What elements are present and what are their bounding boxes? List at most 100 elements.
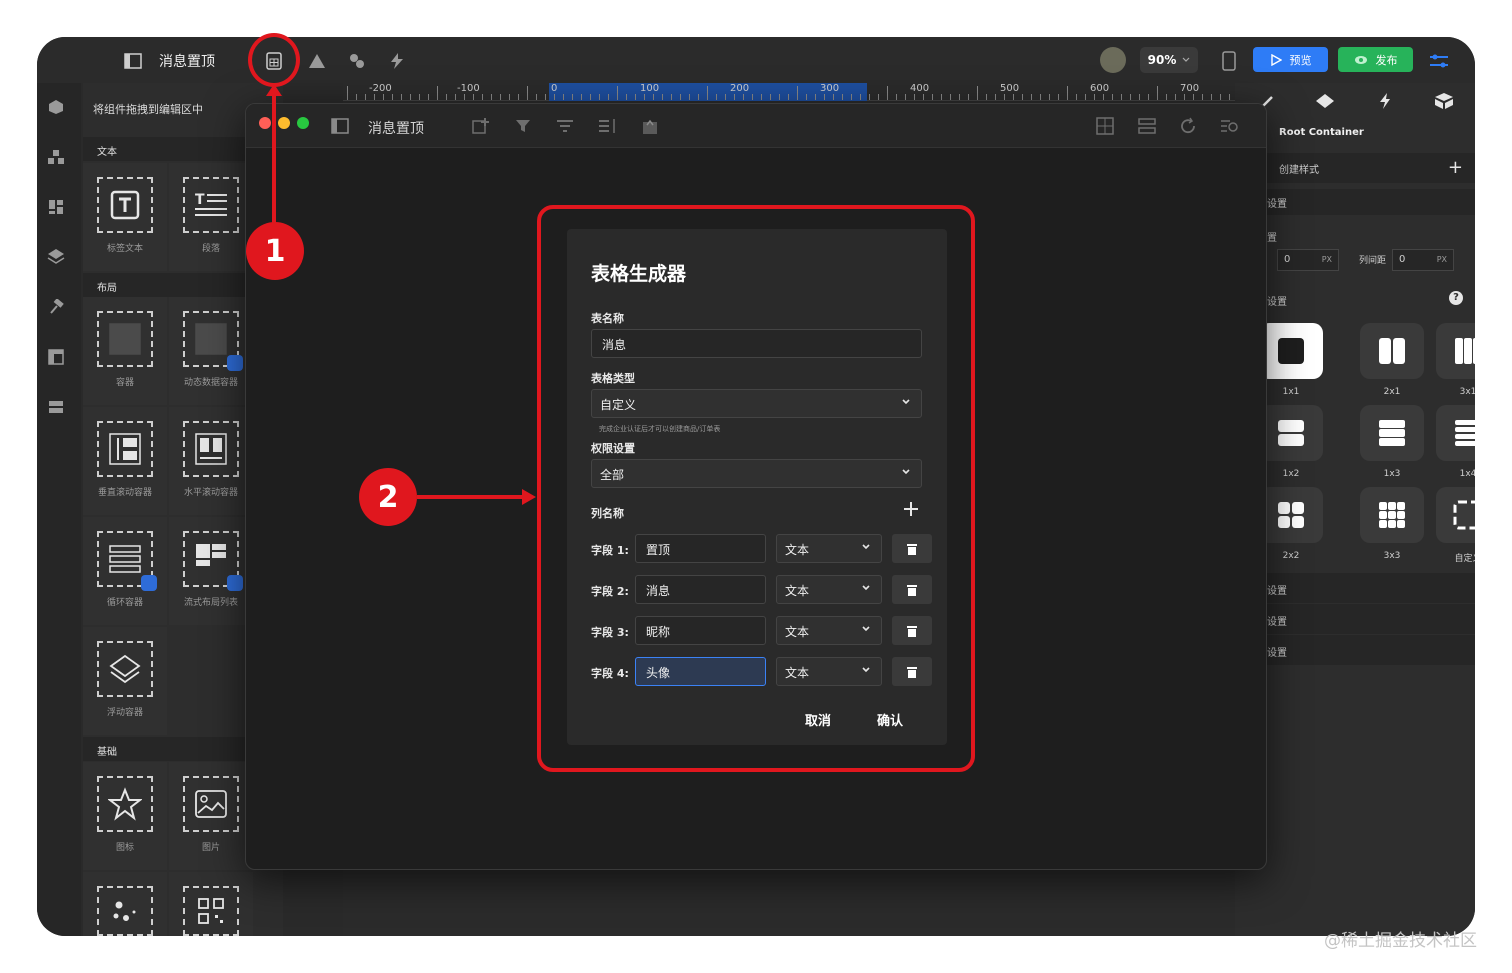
step-badge-1: 1 (246, 222, 304, 280)
grid-label: 自定义 (1454, 554, 1475, 564)
ruler-tick (725, 94, 726, 100)
image-icon (183, 776, 239, 832)
grid-1x1-option[interactable] (1259, 323, 1323, 379)
grid-1x2-option[interactable] (1259, 405, 1323, 461)
window-titlebar: 消息置顶 (246, 104, 1266, 148)
component-dynamic-container[interactable]: 动态数据容器 (169, 297, 253, 405)
cube-icon[interactable] (46, 97, 66, 117)
ruler-tick (1040, 94, 1041, 100)
publish-button[interactable]: 发布 (1338, 47, 1413, 72)
settings-row-1[interactable]: 设置 (1235, 189, 1475, 215)
component-container[interactable]: 容器 (83, 297, 167, 405)
component-label: 容器 (115, 378, 134, 388)
ruler-tick (653, 94, 654, 100)
zoom-select[interactable]: 90% (1140, 47, 1198, 73)
component-horizontal-scroll[interactable]: 水平滚动容器 (169, 407, 253, 515)
step-badge-2: 2 (359, 468, 417, 526)
plus-icon[interactable]: + (1448, 157, 1463, 178)
component-loop[interactable]: 循环容器 (83, 517, 167, 625)
preview-button[interactable]: 预览 (1253, 47, 1328, 72)
ruler-tick (923, 94, 924, 100)
dynamic-container-icon (183, 311, 243, 371)
ruler-tick (1013, 94, 1014, 100)
layout-icon[interactable] (1095, 116, 1115, 136)
component-dots[interactable] (83, 872, 167, 936)
grid-2x1-option[interactable] (1360, 323, 1424, 379)
layers-icon[interactable] (46, 246, 66, 266)
package-icon[interactable] (1432, 89, 1456, 113)
device-icon[interactable] (1217, 49, 1241, 73)
spacing-label: 置 (1267, 233, 1277, 244)
add-record-icon[interactable] (471, 116, 491, 136)
pages-icon[interactable] (46, 347, 66, 367)
diamond-icon[interactable] (1313, 89, 1337, 113)
grid-label: 2x1 (1383, 387, 1401, 397)
ruler-tick (779, 94, 780, 100)
ruler-tick (707, 86, 708, 100)
component-icon[interactable]: 图标 (83, 762, 167, 870)
ruler-tick (869, 94, 870, 100)
ruler-label: 600 (1090, 83, 1110, 94)
ruler-label: -200 (369, 83, 392, 94)
actions-icon[interactable] (385, 49, 409, 73)
float-container-icon (97, 641, 153, 697)
ruler-tick (1211, 94, 1212, 100)
filter-icon[interactable] (513, 116, 533, 136)
component-float[interactable]: 浮动容器 (83, 627, 167, 735)
grid-1x4-option[interactable] (1436, 405, 1475, 461)
fields-icon[interactable] (1137, 116, 1157, 136)
vertical-scroll-icon (97, 421, 153, 477)
ruler-tick (527, 86, 528, 100)
grid-2x2-option[interactable] (1259, 487, 1323, 543)
settings-row-sub-2[interactable]: 设置 (1235, 604, 1475, 634)
stack-icon[interactable] (46, 147, 66, 167)
search-list-icon[interactable] (1220, 116, 1240, 136)
avatar[interactable] (1100, 47, 1126, 73)
grid-label: 1x3 (1383, 469, 1401, 479)
row-gap-input[interactable]: 0 PX (1277, 249, 1339, 271)
settings-sliders-icon[interactable] (1427, 49, 1451, 73)
component-flow-list[interactable]: 流式布局列表 (169, 517, 253, 625)
gap-inputs: 0 PX 列间距 0 PX (1235, 249, 1475, 273)
sidebar-toggle-icon[interactable] (330, 116, 350, 136)
grid-3x1-option[interactable] (1436, 323, 1475, 379)
export-icon[interactable] (640, 116, 660, 136)
minimize-window-button[interactable] (278, 117, 290, 129)
ruler-tick (662, 94, 663, 100)
ruler-tick (1175, 94, 1176, 100)
ruler-label: 400 (910, 83, 930, 94)
ruler-label: 200 (730, 83, 750, 94)
grid-1x3-option[interactable] (1360, 405, 1424, 461)
database-icon (227, 575, 243, 591)
plugins-icon[interactable] (345, 49, 369, 73)
component-label-text[interactable]: 标签文本 (83, 163, 167, 271)
list-icon[interactable] (46, 397, 66, 417)
sort-icon[interactable] (598, 116, 618, 136)
create-style-row[interactable]: 创建样式 + (1235, 153, 1475, 183)
help-icon[interactable]: ? (1449, 291, 1463, 305)
maximize-window-button[interactable] (297, 117, 309, 129)
close-window-button[interactable] (259, 117, 271, 129)
grid-icon[interactable] (46, 197, 66, 217)
grid-custom-option[interactable] (1436, 487, 1475, 543)
component-image[interactable]: 图片 (169, 762, 253, 870)
hammer-icon[interactable] (46, 297, 66, 317)
component-qrcode[interactable] (169, 872, 253, 936)
grid-3x3-option[interactable] (1360, 487, 1424, 543)
ruler-tick (689, 94, 690, 100)
properties-panel: Root Container 创建样式 + 设置 置 0 PX 列间距 0 PX… (1235, 83, 1475, 936)
sidebar-toggle-icon[interactable] (121, 49, 145, 73)
grid-label: 1x1 (1282, 387, 1300, 397)
component-vertical-scroll[interactable]: 垂直滚动容器 (83, 407, 167, 515)
annotation-arrow-1 (272, 92, 276, 224)
refresh-icon[interactable] (1178, 116, 1198, 136)
settings-row-sub-1[interactable]: 设置 (1235, 573, 1475, 603)
shapes-icon[interactable] (305, 49, 329, 73)
group-icon[interactable] (555, 116, 575, 136)
ruler-tick (959, 94, 960, 100)
lightning-icon[interactable] (1373, 89, 1397, 113)
ruler-tick (1112, 94, 1113, 100)
settings-row-sub-3[interactable]: 设置 (1235, 635, 1475, 665)
component-paragraph[interactable]: T 段落 (169, 163, 253, 271)
column-gap-input[interactable]: 0 PX (1392, 249, 1454, 271)
